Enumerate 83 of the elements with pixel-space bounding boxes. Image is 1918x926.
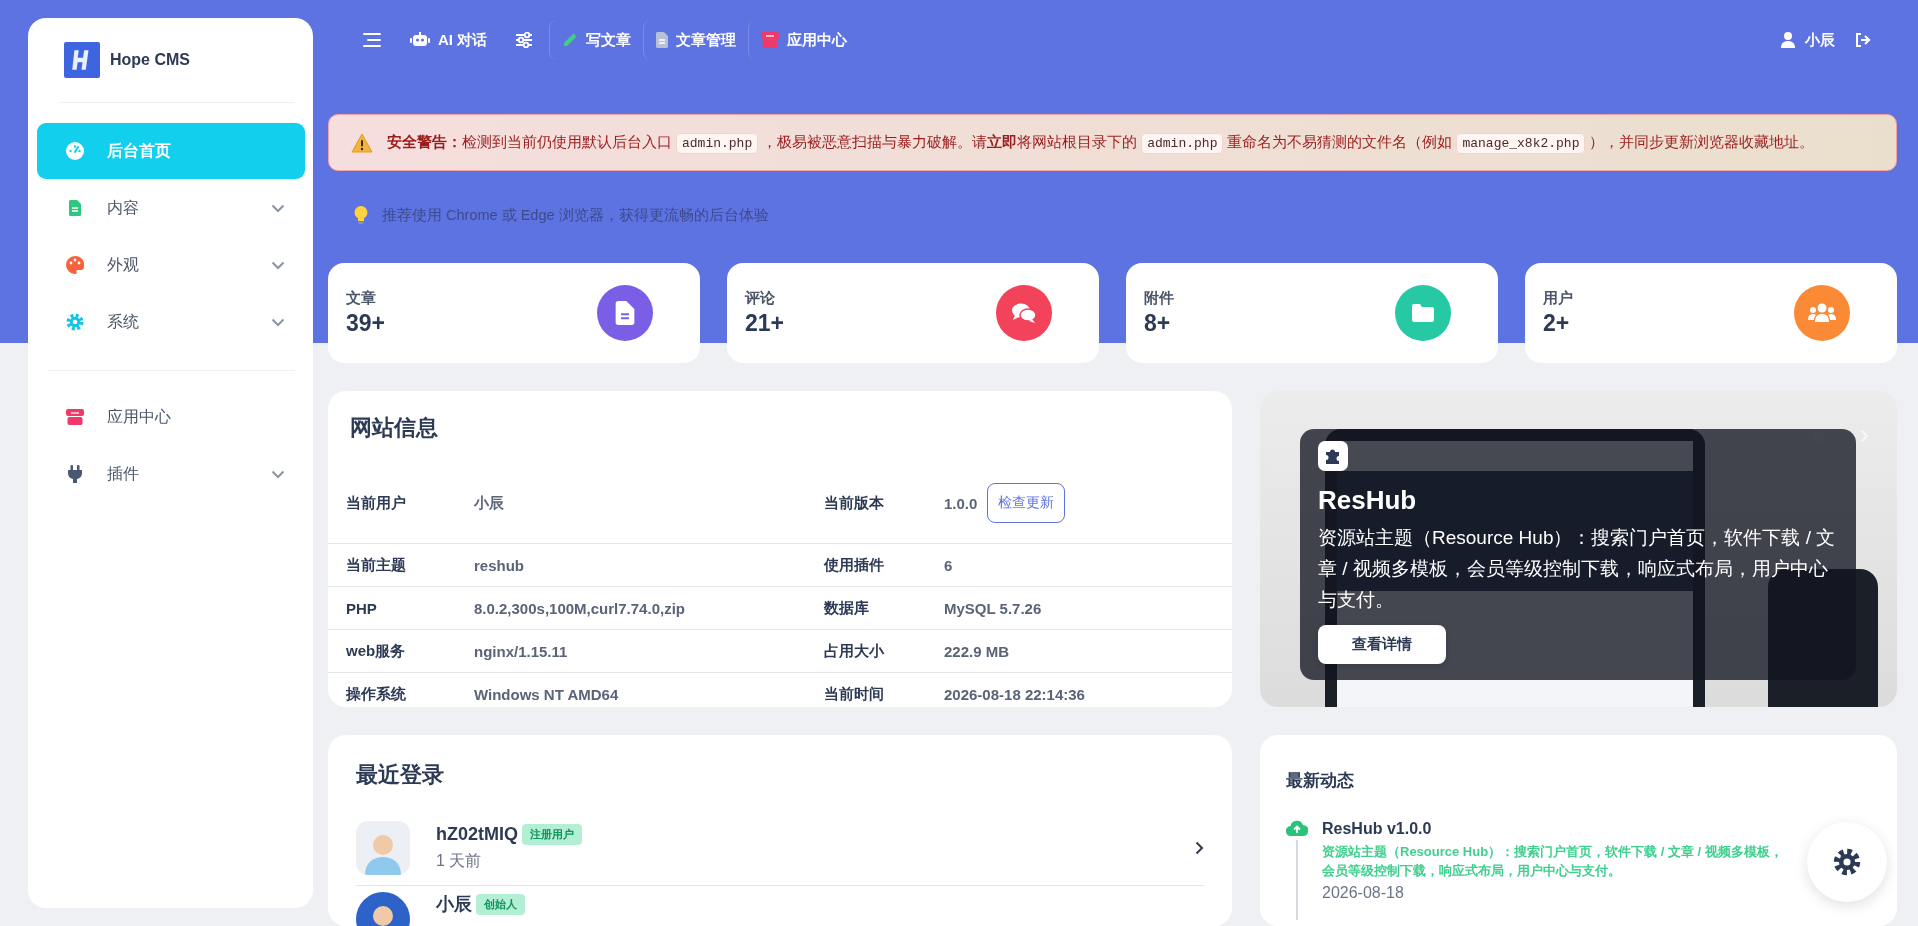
user-name: 小辰 bbox=[436, 893, 472, 916]
info-label: web服务 bbox=[346, 641, 406, 659]
chat-bubbles-icon bbox=[1012, 303, 1036, 323]
stat-value: 8+ bbox=[1144, 310, 1172, 337]
sidebar-item[interactable]: 内容 bbox=[37, 180, 305, 236]
settings-icon bbox=[66, 313, 84, 331]
sidebar-item[interactable]: 系统 bbox=[37, 294, 305, 350]
info-value: 6 bbox=[944, 556, 953, 574]
card-title: 最新动态 bbox=[1286, 770, 1355, 792]
stat-label: 文章 bbox=[346, 289, 377, 308]
users-icon bbox=[1808, 303, 1836, 323]
info-label: 当前用户 bbox=[346, 493, 406, 511]
info-value: 1.0.0 bbox=[944, 494, 978, 512]
store-icon bbox=[761, 32, 780, 48]
info-value: MySQL 5.7.26 bbox=[944, 599, 1042, 617]
card-title: 网站信息 bbox=[349, 414, 439, 442]
document-icon bbox=[69, 200, 81, 216]
login-time: 1 天前 bbox=[436, 850, 483, 871]
info-label: 操作系统 bbox=[346, 684, 406, 702]
info-value: 222.9 MB bbox=[944, 642, 1010, 660]
nav-link[interactable]: 文章管理 bbox=[643, 20, 749, 60]
info-value: 2026-08-18 22:14:36 bbox=[944, 685, 1085, 703]
cloud-upload-icon bbox=[1286, 820, 1308, 836]
role-badge: 注册用户 bbox=[522, 823, 582, 845]
stat-value: 39+ bbox=[346, 310, 386, 337]
info-label: PHP bbox=[346, 599, 377, 617]
warning-icon bbox=[351, 132, 373, 153]
info-label: 当前时间 bbox=[824, 684, 884, 702]
logout-icon bbox=[1855, 33, 1871, 47]
info-label: 当前主题 bbox=[346, 555, 406, 573]
check-update-button[interactable]: 检查更新 bbox=[987, 483, 1066, 523]
user-icon bbox=[1781, 32, 1795, 48]
sidebar-item[interactable]: 外观 bbox=[37, 237, 305, 293]
plug-icon bbox=[67, 465, 83, 483]
banner-description: 资源站主题（Resource Hub）：搜索门户首页，软件下载 / 文章 / 视频多模板，会员等级控制下载，响应式布局，用户中心与支付。 bbox=[1318, 526, 1837, 612]
tip-text: 推荐使用 Chrome 或 Edge 浏览器，获得更流畅的后台体验 bbox=[382, 205, 769, 225]
puzzle-icon bbox=[1324, 447, 1342, 465]
stat-label: 附件 bbox=[1144, 289, 1175, 308]
menu-icon bbox=[362, 32, 382, 48]
info-label: 使用插件 bbox=[824, 555, 884, 573]
pencil-icon bbox=[562, 32, 579, 48]
document-icon bbox=[656, 32, 669, 48]
sliders-icon bbox=[515, 32, 534, 48]
info-value: reshub bbox=[474, 556, 524, 574]
stat-label: 用户 bbox=[1543, 289, 1574, 308]
details-button[interactable]: 查看详情 bbox=[1318, 625, 1446, 664]
info-value: nginx/1.15.11 bbox=[474, 642, 568, 660]
user-menu[interactable]: 小辰 bbox=[1781, 30, 1835, 50]
gauge-icon bbox=[66, 142, 84, 160]
info-value: Windows NT AMD64 bbox=[474, 685, 619, 703]
logout-button[interactable] bbox=[1855, 33, 1871, 47]
nav-link[interactable]: 写文章 bbox=[549, 20, 644, 60]
nav-link[interactable]: AI 对话 bbox=[398, 20, 500, 60]
info-label: 数据库 bbox=[824, 598, 869, 616]
role-badge: 创始人 bbox=[476, 893, 525, 915]
activity-description: 资源站主题（Resource Hub）：搜索门户首页，软件下载 / 文章 / 视频多模板，会员等级控制下载，响应式布局，用户中心与支付。 bbox=[1322, 843, 1784, 880]
store-icon bbox=[66, 409, 84, 425]
info-label: 当前版本 bbox=[824, 493, 884, 511]
lightbulb-icon bbox=[354, 206, 368, 224]
palette-icon bbox=[66, 256, 84, 274]
banner-title: ResHub bbox=[1318, 485, 1417, 516]
sidebar-item[interactable]: 插件 bbox=[37, 446, 305, 502]
robot-icon bbox=[410, 32, 430, 48]
nav-link[interactable]: 应用中心 bbox=[748, 20, 860, 60]
sidebar-item[interactable]: 应用中心 bbox=[37, 389, 305, 445]
stat-value: 21+ bbox=[745, 310, 785, 337]
login-row[interactable]: 小辰 创始人 bbox=[356, 886, 1204, 926]
settings-icon bbox=[1833, 848, 1861, 876]
activity-date: 2026-08-18 bbox=[1322, 884, 1405, 902]
activity-title: ResHub v1.0.0 bbox=[1322, 820, 1433, 838]
alert-text: 安全警告：检测到当前仍使用默认后台入口 admin.php ，极易被恶意扫描与暴力破解。请立即将网站根目录下的 admin.php 重命名为不易猜测的文件名（例如 manage_x8k2.php ），并同步更新浏览器收藏地址。 bbox=[387, 133, 1815, 152]
user-name: hZ02tMIQ bbox=[436, 823, 518, 845]
info-value: 8.0.2,300s,100M,curl7.74.0,zip bbox=[474, 599, 685, 617]
stat-value: 2+ bbox=[1543, 310, 1571, 337]
chevron-right-icon bbox=[1195, 840, 1204, 855]
info-value: 小辰 bbox=[474, 493, 504, 511]
card-title: 最近登录 bbox=[356, 761, 445, 789]
login-row[interactable]: hZ02tMIQ 注册用户 1 天前 bbox=[356, 810, 1204, 886]
document-icon bbox=[615, 301, 635, 325]
stat-label: 评论 bbox=[745, 289, 776, 308]
folder-icon bbox=[1412, 304, 1434, 322]
logo-text: Hope CMS bbox=[110, 51, 190, 69]
info-label: 占用大小 bbox=[824, 641, 884, 659]
